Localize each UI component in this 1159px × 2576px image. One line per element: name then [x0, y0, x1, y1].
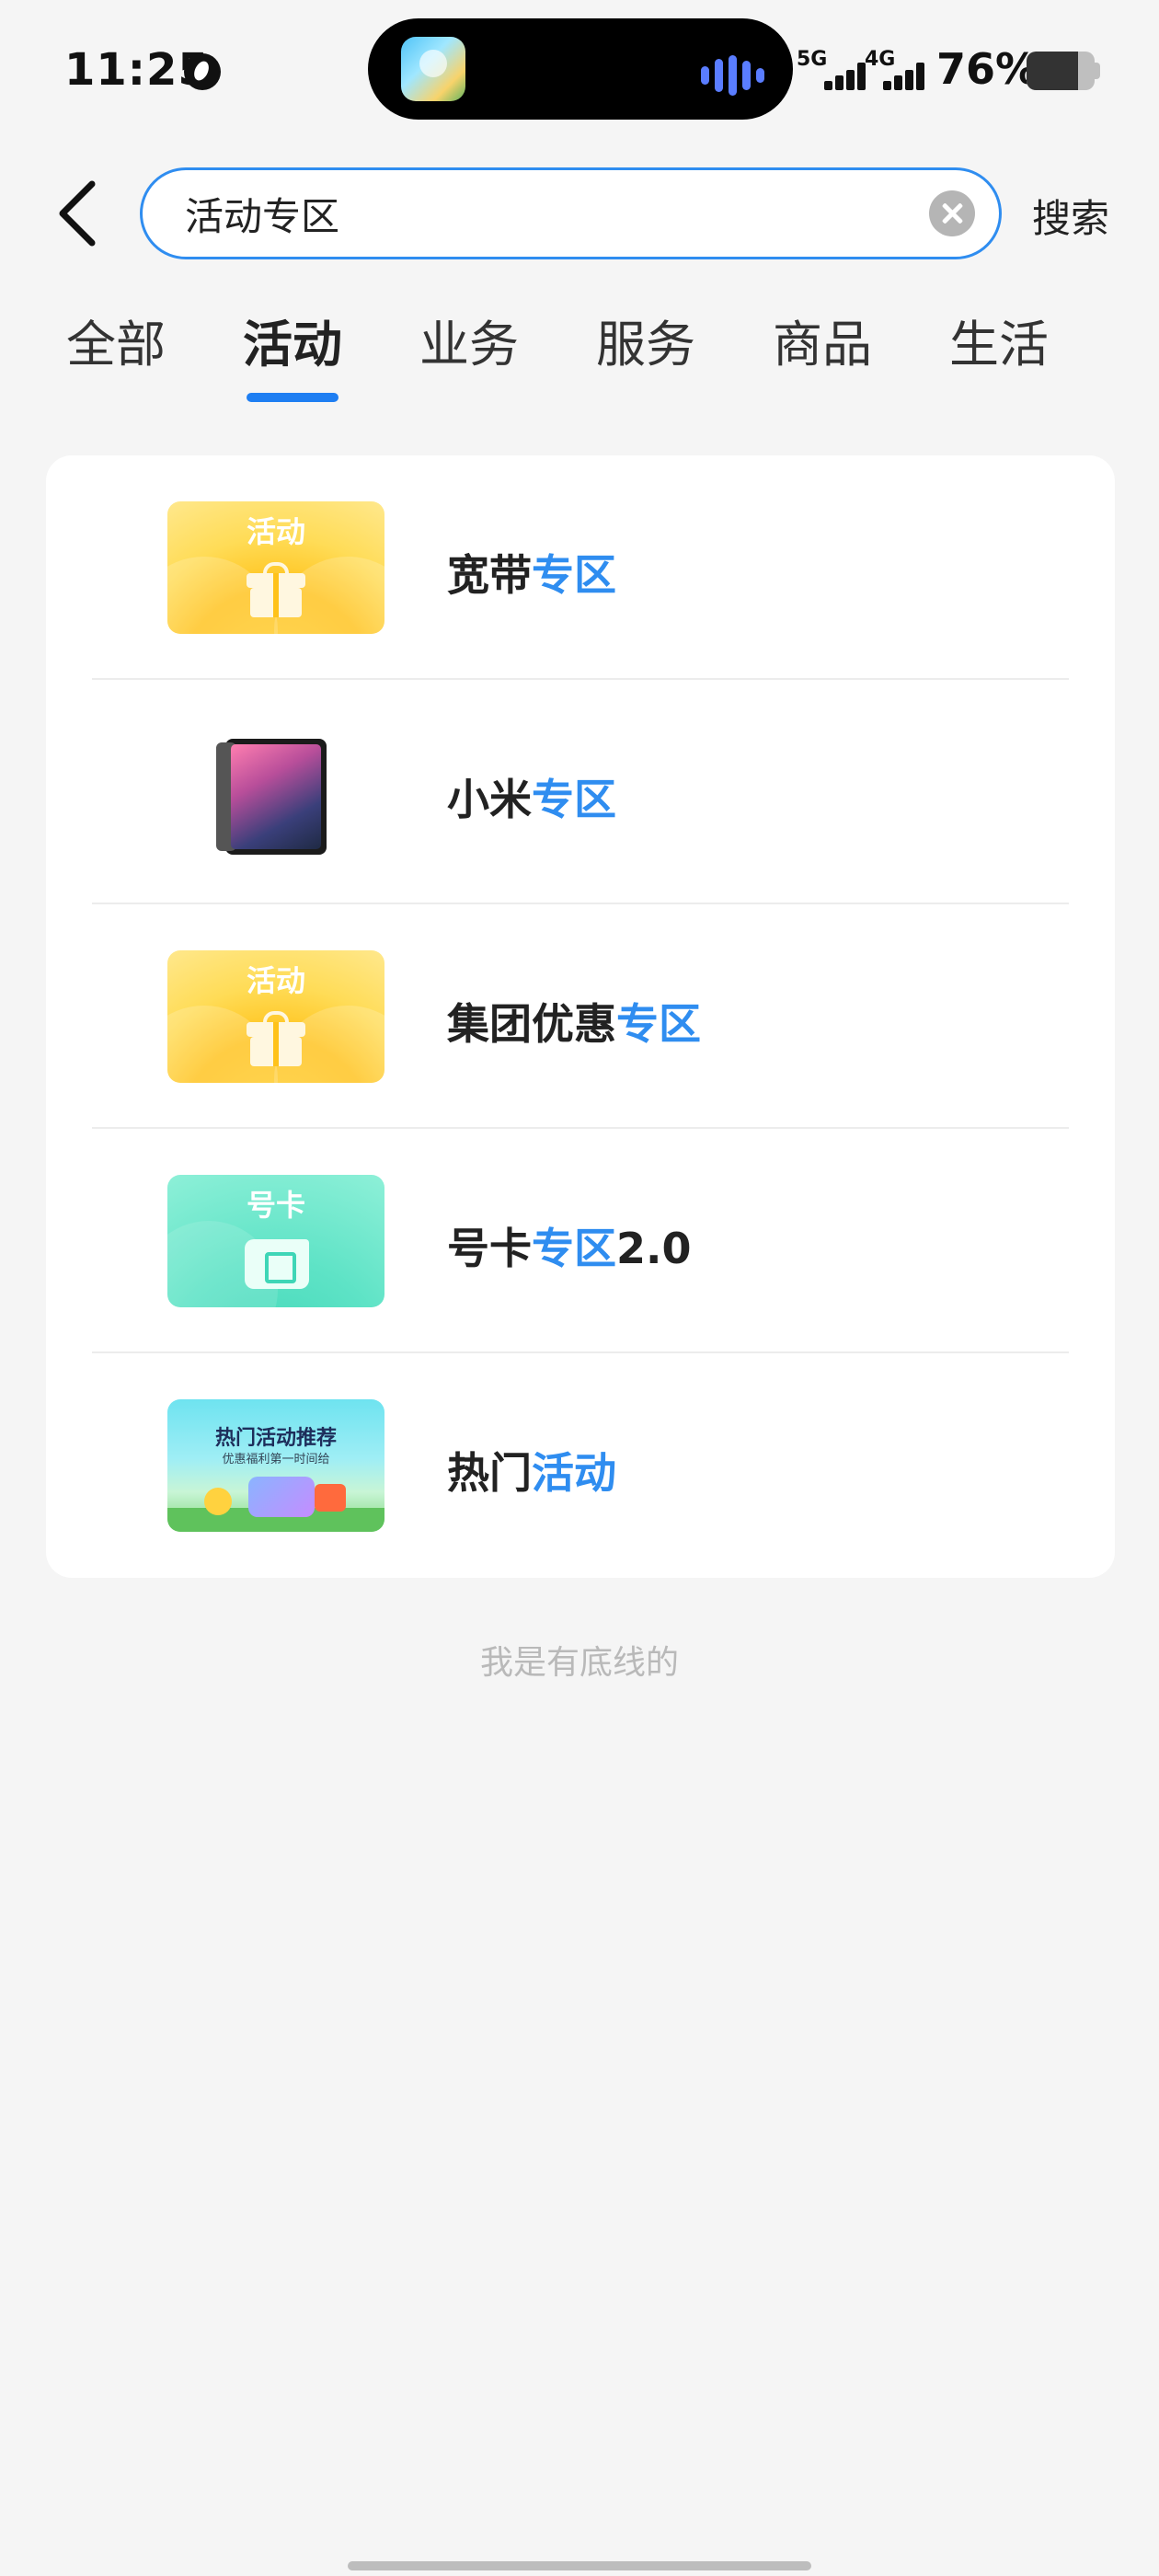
- audio-wave-bar: [742, 61, 751, 90]
- tab-goods[interactable]: 商品: [773, 304, 872, 376]
- battery-level-fill: [1027, 52, 1079, 90]
- present-icon: [315, 1484, 346, 1512]
- chevron-left-icon: [59, 180, 96, 247]
- search-results-page: 11:25 5G 4G 76% 搜索 全部 活: [0, 0, 1159, 2576]
- thumbnail-label: 号卡: [246, 1188, 305, 1223]
- battery-icon: [1027, 52, 1095, 90]
- list-item[interactable]: 活动 宽带专区: [92, 455, 1069, 680]
- tab-business[interactable]: 业务: [419, 304, 519, 376]
- list-item[interactable]: 小米专区: [92, 680, 1069, 904]
- app-thumbnail-icon: [401, 37, 465, 101]
- gift-thumbnail-icon: 活动: [167, 501, 384, 634]
- battery-percent: 76%: [936, 44, 1039, 94]
- result-title: 热门活动: [447, 1448, 616, 1498]
- result-title: 号卡专区2.0: [447, 1224, 692, 1273]
- dynamic-island[interactable]: [368, 18, 793, 120]
- signal-4g-icon: [881, 53, 942, 90]
- hot-activity-banner-icon: 热门活动推荐 优惠福利第一时间给: [167, 1399, 384, 1532]
- audio-wave-bar: [756, 68, 764, 83]
- banner-subtitle: 优惠福利第一时间给: [222, 1453, 330, 1466]
- gift-icon: [248, 1477, 315, 1517]
- search-button[interactable]: 搜索: [1032, 188, 1109, 244]
- globe-icon: [184, 53, 221, 90]
- status-bar: 11:25 5G 4G 76%: [0, 0, 1159, 138]
- phone-thumbnail-icon: [167, 726, 384, 858]
- clear-search-icon[interactable]: [929, 190, 975, 236]
- search-input[interactable]: [185, 170, 902, 257]
- tab-all[interactable]: 全部: [66, 304, 166, 376]
- tab-service[interactable]: 服务: [596, 304, 695, 376]
- banner-title: 热门活动推荐: [214, 1427, 337, 1450]
- list-item[interactable]: 活动 集团优惠专区: [92, 904, 1069, 1129]
- thumbnail-label: 活动: [246, 514, 305, 549]
- gift-thumbnail-icon: 活动: [167, 950, 384, 1083]
- category-tabs: 全部 活动 业务 服务 商品 生活: [0, 304, 1159, 414]
- search-box[interactable]: [140, 167, 1002, 259]
- audio-wave-icon: [701, 66, 709, 85]
- tab-life[interactable]: 生活: [949, 304, 1049, 376]
- result-title: 小米专区: [447, 775, 616, 824]
- active-tab-indicator: [247, 393, 339, 402]
- battery-cap: [1095, 63, 1100, 79]
- gift-box-icon: [247, 562, 305, 617]
- sim-card-thumbnail-icon: 号卡: [167, 1175, 384, 1307]
- smartphone-icon: [216, 739, 327, 855]
- back-button[interactable]: [48, 175, 112, 252]
- sim-card-icon: [245, 1239, 309, 1289]
- result-title: 宽带专区: [447, 550, 616, 600]
- result-title: 集团优惠专区: [447, 999, 701, 1049]
- list-item[interactable]: 热门活动推荐 优惠福利第一时间给 热门活动: [92, 1353, 1069, 1578]
- coin-icon: [204, 1488, 232, 1515]
- list-item[interactable]: 号卡 号卡专区2.0: [92, 1129, 1069, 1353]
- home-indicator[interactable]: [348, 2561, 811, 2570]
- results-card: 活动 宽带专区 小米专区 活动 集团优惠专区 号卡 号卡专区2.0 热门活动推荐…: [46, 455, 1115, 1578]
- audio-wave-bar: [715, 59, 723, 92]
- gift-box-icon: [247, 1011, 305, 1066]
- end-of-list-note: 我是有底线的: [479, 1644, 679, 1682]
- tab-activity[interactable]: 活动: [243, 304, 342, 376]
- audio-wave-bar: [729, 55, 737, 96]
- thumbnail-label: 活动: [246, 963, 305, 998]
